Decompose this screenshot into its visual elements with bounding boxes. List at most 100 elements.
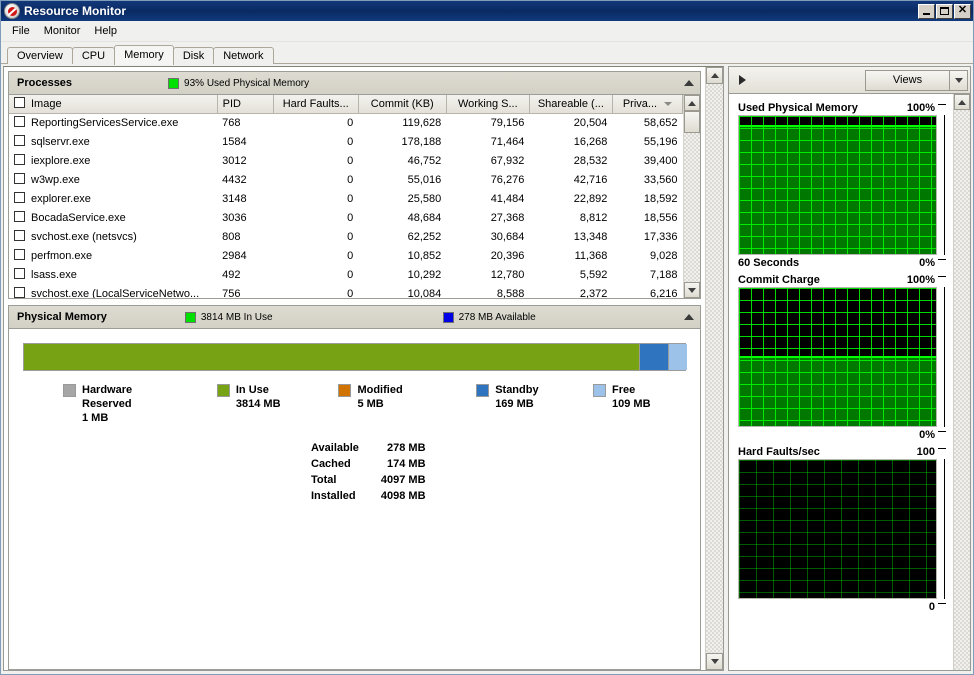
row-checkbox[interactable]: [14, 116, 25, 128]
memory-legend-item-free: Free 109 MB: [593, 383, 688, 425]
minimize-button[interactable]: [918, 3, 935, 19]
memory-legend-item-standby: Standby 169 MB: [476, 383, 593, 425]
row-checkbox[interactable]: [14, 287, 25, 298]
row-checkbox[interactable]: [14, 230, 25, 241]
views-button[interactable]: Views: [865, 69, 968, 91]
memory-legend-item-in-use: In Use 3814 MB: [216, 383, 339, 425]
cell-private: 33,560: [643, 173, 678, 186]
used-physical-memory-graph-canvas: [738, 115, 937, 255]
table-row[interactable]: svchost.exe (netsvcs) 808 0 62,252 30,684 13,…: [9, 227, 683, 246]
scrollbar-track[interactable]: [684, 133, 700, 282]
close-button[interactable]: ✕: [954, 3, 971, 19]
column-header-hard-faults[interactable]: Hard Faults...: [273, 95, 359, 114]
row-checkbox[interactable]: [14, 249, 25, 260]
column-header-working-set[interactable]: Working S...: [446, 95, 530, 114]
memory-legend-item-modified: Modified 5 MB: [338, 383, 476, 425]
maximize-button[interactable]: [936, 3, 953, 19]
cell-image: lsass.exe: [9, 265, 217, 284]
triangle-up-icon[interactable]: [684, 80, 694, 86]
axis-tick-icon: [937, 100, 946, 111]
physical-memory-body: Hardware Reserved 1 MB In Use 3814 MB Modifie…: [9, 329, 700, 669]
right-scrollbar-track[interactable]: [954, 110, 970, 670]
column-header-shareable[interactable]: Shareable (...: [529, 95, 613, 114]
table-row[interactable]: explorer.exe 3148 0 25,580 41,484 22,892 18,59…: [9, 189, 683, 208]
cell-pid: 756: [222, 287, 241, 299]
memory-total-row: Cached 174 MB: [311, 457, 426, 473]
cell-image: perfmon.exe: [9, 246, 217, 265]
table-row[interactable]: lsass.exe 492 0 10,292 12,780 5,592 7,188: [9, 265, 683, 284]
row-checkbox[interactable]: [14, 135, 25, 146]
select-all-checkbox[interactable]: [14, 97, 25, 109]
scroll-down-button[interactable]: [684, 282, 700, 298]
row-checkbox[interactable]: [14, 192, 25, 203]
table-row[interactable]: svchost.exe (LocalServiceNetwo... 756 0 10,…: [9, 284, 683, 298]
axis-tick-icon: [937, 272, 946, 283]
hard-faults-graph-top-label: 100: [916, 446, 935, 458]
hardware-reserved-color-swatch: [63, 384, 76, 397]
cell-hard-faults: 0: [347, 287, 354, 299]
left-scrollbar-track[interactable]: [706, 84, 723, 653]
column-header-pid[interactable]: PID: [217, 95, 274, 114]
right-pane-scrollbar[interactable]: [953, 94, 970, 670]
table-row[interactable]: w3wp.exe 4432 0 55,016 76,276 42,716 33,560: [9, 170, 683, 189]
scroll-up-button[interactable]: [684, 95, 700, 111]
cell-hard-faults: 0: [347, 192, 354, 205]
column-header-commit[interactable]: Commit (KB): [358, 95, 447, 114]
left-scroll-down-button[interactable]: [706, 653, 723, 670]
row-checkbox[interactable]: [14, 268, 25, 279]
cell-shareable: 5,592: [579, 268, 608, 281]
tab-overview[interactable]: Overview: [7, 47, 73, 64]
column-header-shareable-label: Shareable (...: [537, 97, 604, 110]
in-use-header-legend: 3814 MB In Use: [184, 311, 273, 323]
hard-faults-graph-title: Hard Faults/sec: [738, 446, 820, 458]
used-physical-memory-graph-title: Used Physical Memory: [738, 102, 858, 114]
triangle-down-icon: [688, 287, 696, 293]
table-row[interactable]: perfmon.exe 2984 0 10,852 20,396 11,368 9,028: [9, 246, 683, 265]
tab-disk[interactable]: Disk: [172, 47, 215, 64]
memory-bar-segment-free: [668, 344, 687, 370]
cell-shareable: 11,368: [574, 249, 608, 262]
triangle-right-icon[interactable]: [739, 75, 746, 85]
in-use-swatch: [184, 311, 196, 323]
process-name: sqlservr.exe: [31, 136, 90, 148]
tab-memory[interactable]: Memory: [114, 45, 174, 65]
column-header-private[interactable]: Priva...: [612, 95, 683, 114]
table-row[interactable]: ReportingServicesService.exe 768 0 119,628 7…: [9, 113, 683, 132]
table-row[interactable]: iexplore.exe 3012 0 46,752 67,932 28,532 39,40…: [9, 151, 683, 170]
process-name: ReportingServicesService.exe: [31, 117, 179, 130]
tab-network[interactable]: Network: [213, 47, 274, 64]
hard-faults-graph-bottom-label: 0: [928, 601, 935, 613]
title-bar[interactable]: Resource Monitor ✕: [1, 1, 973, 21]
row-checkbox[interactable]: [14, 211, 25, 222]
menu-item-help[interactable]: Help: [87, 23, 124, 39]
views-button-label[interactable]: Views: [865, 69, 949, 91]
hard-faults-graph-plot-row: [738, 459, 946, 599]
modified-legend-text: Modified 5 MB: [357, 383, 402, 411]
left-scroll-up-button[interactable]: [706, 67, 723, 84]
left-pane-scrollbar[interactable]: [705, 67, 723, 670]
triangle-up-icon[interactable]: [684, 314, 694, 320]
used-physical-memory-swatch: [168, 77, 180, 89]
table-row[interactable]: sqlservr.exe 1584 0 178,188 71,464 16,268 55,1…: [9, 132, 683, 151]
used-physical-memory-graph-x-label: 60 Seconds: [738, 257, 800, 269]
processes-table-scrollbar[interactable]: [683, 95, 700, 298]
physical-memory-section-header[interactable]: Physical Memory 3814 MB In Use 278 MB Av…: [9, 306, 700, 329]
triangle-up-icon: [688, 100, 696, 106]
cell-image: svchost.exe (LocalServiceNetwo...: [9, 284, 217, 298]
resource-monitor-icon[interactable]: [4, 3, 20, 19]
processes-section-header[interactable]: Processes 93% Used Physical Memory: [9, 72, 700, 95]
row-checkbox[interactable]: [14, 154, 25, 165]
right-scroll-up-button[interactable]: [954, 94, 970, 110]
column-header-hard-faults-label: Hard Faults...: [282, 97, 349, 110]
table-row[interactable]: BocadaService.exe 3036 0 48,684 27,368 8,812 1…: [9, 208, 683, 227]
row-checkbox[interactable]: [14, 173, 25, 184]
used-physical-memory-graph-plot-row: [738, 115, 946, 255]
scrollbar-thumb[interactable]: [684, 111, 700, 133]
menu-item-file[interactable]: File: [5, 23, 37, 39]
views-dropdown-button[interactable]: [949, 69, 968, 91]
column-header-image[interactable]: Image: [9, 95, 218, 114]
tab-cpu[interactable]: CPU: [71, 47, 116, 64]
cell-image: explorer.exe: [9, 189, 217, 208]
commit-charge-graph-title: Commit Charge: [738, 274, 820, 286]
menu-item-monitor[interactable]: Monitor: [37, 23, 88, 39]
